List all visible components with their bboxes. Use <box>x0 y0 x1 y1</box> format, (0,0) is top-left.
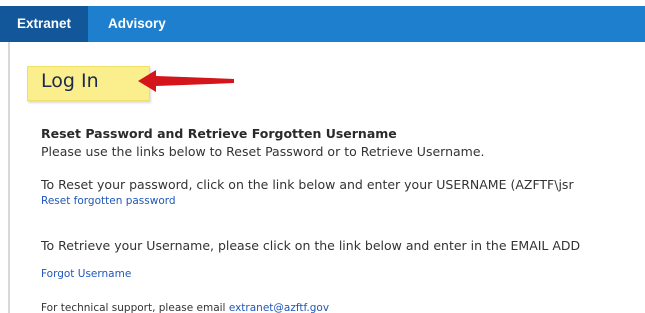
support-text: For technical support, please email extr… <box>41 302 329 313</box>
tab-advisory[interactable]: Advisory <box>108 6 166 42</box>
support-label: For technical support, please email <box>41 302 229 313</box>
retrieve-instruction: To Retrieve your Username, please click … <box>41 238 581 253</box>
reset-password-link[interactable]: Reset forgotten password <box>41 195 176 207</box>
login-callout: Log In <box>27 66 150 101</box>
content-frame-border <box>8 42 10 313</box>
reset-instruction: To Reset your password, click on the lin… <box>41 177 574 192</box>
top-nav-bar: Extranet Advisory <box>0 6 645 42</box>
page: Extranet Advisory Log In Reset Password … <box>0 0 645 313</box>
tab-extranet[interactable]: Extranet <box>0 6 88 42</box>
red-arrow-left-icon <box>138 70 234 92</box>
reset-heading: Reset Password and Retrieve Forgotten Us… <box>41 126 397 141</box>
login-callout-label: Log In <box>41 70 99 92</box>
forgot-username-link[interactable]: Forgot Username <box>41 268 131 280</box>
intro-text: Please use the links below to Reset Pass… <box>41 144 485 159</box>
support-email-link[interactable]: extranet@azftf.gov <box>229 302 329 313</box>
